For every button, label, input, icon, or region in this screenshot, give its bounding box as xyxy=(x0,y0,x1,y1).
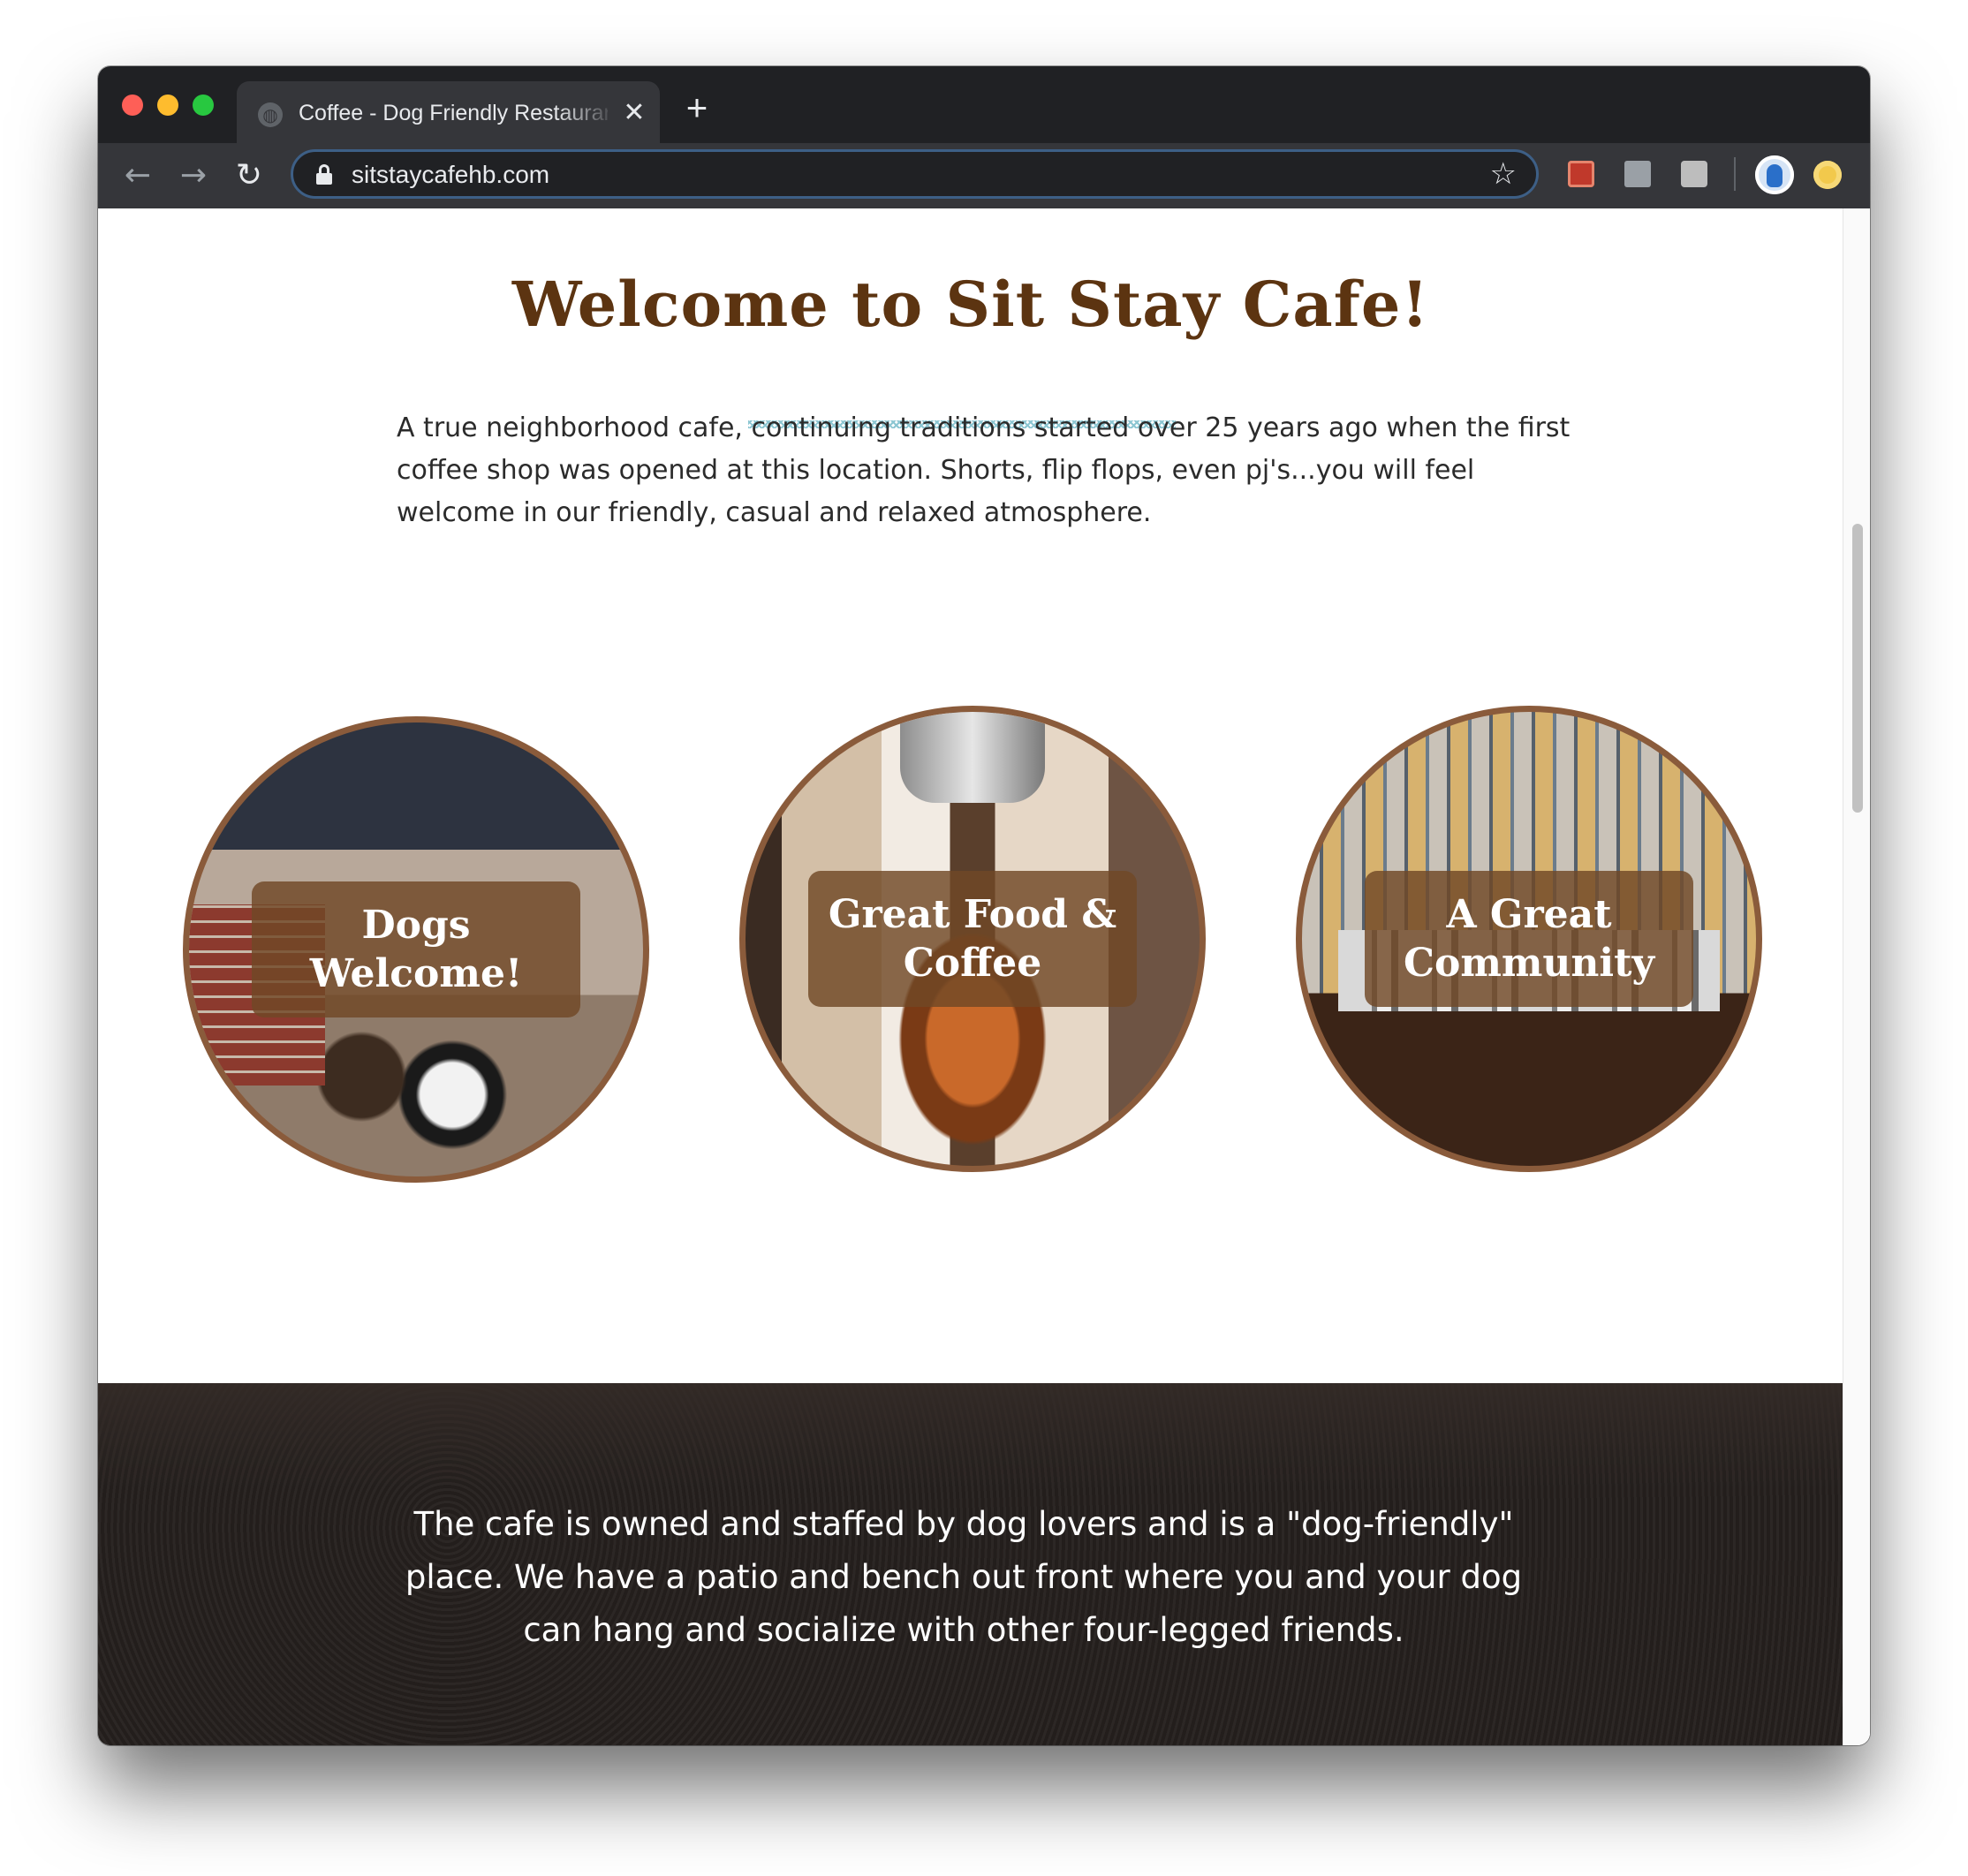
stamp-extension-icon[interactable] xyxy=(1624,161,1651,187)
feature-label: Great Food & Coffee xyxy=(808,871,1137,1007)
feature-food-coffee[interactable]: Great Food & Coffee xyxy=(739,706,1206,1172)
bookmark-star-icon[interactable]: ☆ xyxy=(1490,158,1517,190)
forward-arrow-icon[interactable]: → xyxy=(173,155,214,196)
toolbar-divider xyxy=(1734,157,1736,191)
close-window-button[interactable] xyxy=(122,95,143,116)
url-text[interactable]: sitstaycafehb.com xyxy=(352,161,549,189)
browser-toolbar: ← → ↻ sitstaycafehb.com ☆ xyxy=(98,143,1870,208)
tab-active[interactable]: ◍ Coffee - Dog Friendly Restaurant ✕ xyxy=(237,81,660,143)
coffee-beans-banner: The cafe is owned and staffed by dog lov… xyxy=(98,1383,1843,1745)
profile-avatar-icon[interactable] xyxy=(1755,155,1794,194)
feature-community[interactable]: A Great Community xyxy=(1296,706,1762,1172)
lock-icon[interactable] xyxy=(316,164,332,185)
new-tab-button[interactable]: + xyxy=(679,89,715,126)
intro-paragraph: A true neighborhood cafe, continuing tra… xyxy=(397,412,1571,528)
globe-icon: ◍ xyxy=(258,102,283,127)
page-title: Welcome to Sit Stay Cafe! xyxy=(511,268,1430,341)
minimize-window-button[interactable] xyxy=(157,95,178,116)
back-arrow-icon[interactable]: ← xyxy=(117,155,158,196)
pdf-extension-icon[interactable] xyxy=(1568,161,1594,187)
browser-window: ◍ Coffee - Dog Friendly Restaurant ✕ + ←… xyxy=(98,66,1870,1745)
yellow-extension-icon[interactable] xyxy=(1813,161,1842,189)
scrollbar-thumb[interactable] xyxy=(1852,524,1863,813)
tab-strip: ◍ Coffee - Dog Friendly Restaurant ✕ + xyxy=(98,66,1870,143)
feature-dogs-welcome[interactable]: Dogs Welcome! xyxy=(183,716,649,1183)
close-tab-icon[interactable]: ✕ xyxy=(618,97,650,129)
feature-label: A Great Community xyxy=(1365,871,1693,1007)
tab-title-fade xyxy=(555,97,617,129)
scrollbar[interactable] xyxy=(1843,208,1870,1745)
hyperlink-extension-icon[interactable] xyxy=(1681,161,1707,187)
reload-icon[interactable]: ↻ xyxy=(229,155,269,196)
banner-text: The cafe is owned and staffed by dog lov… xyxy=(405,1505,1523,1649)
maximize-window-button[interactable] xyxy=(193,95,214,116)
address-bar[interactable]: sitstaycafehb.com ☆ xyxy=(291,149,1539,199)
feature-label: Dogs Welcome! xyxy=(252,881,580,1017)
page-viewport: Welcome to Sit Stay Cafe! A true neighbo… xyxy=(98,208,1870,1745)
